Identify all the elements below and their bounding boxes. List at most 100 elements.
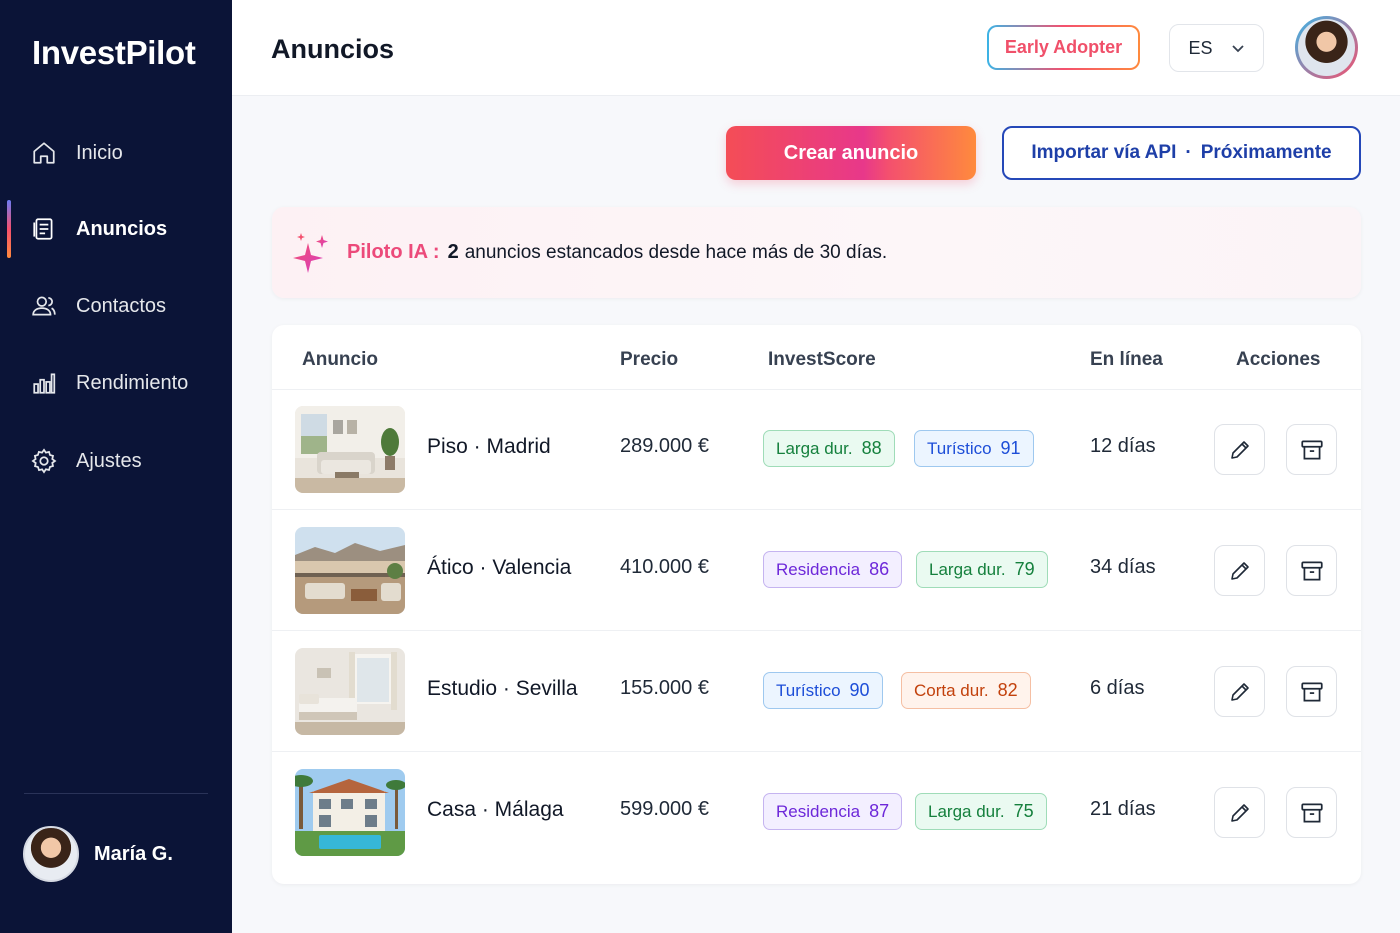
listing-photo <box>295 406 405 493</box>
sidebar-item-label: Ajustes <box>76 449 142 472</box>
language-select[interactable]: ES <box>1169 24 1264 72</box>
score-tag: Corta dur. 82 <box>901 672 1031 709</box>
score-label: Turístico <box>776 680 841 700</box>
score-label: Larga dur. <box>929 559 1006 579</box>
score-value: 82 <box>997 680 1018 700</box>
sidebar: InvestPilot Inicio Anuncios Contactos Re… <box>0 0 232 933</box>
score-tag: Turístico 90 <box>763 672 883 709</box>
archive-button[interactable] <box>1286 545 1337 596</box>
score-tag: Residencia 86 <box>763 551 903 588</box>
listing-name[interactable]: Piso · Madrid <box>427 435 551 459</box>
column-header-anuncio: Anuncio <box>302 349 378 370</box>
sidebar-item-rendimiento[interactable]: Rendimiento <box>0 358 232 408</box>
archive-button[interactable] <box>1286 424 1337 475</box>
listings-table: Anuncio Precio InvestScore En línea Acci… <box>272 325 1361 884</box>
column-header-precio: Precio <box>620 349 679 370</box>
score-value: 91 <box>1000 438 1021 458</box>
archive-icon <box>1300 802 1323 823</box>
online-days: 34 días <box>1090 556 1156 578</box>
ai-count: 2 <box>447 241 459 263</box>
import-label: Importar vía API <box>1031 142 1177 163</box>
pencil-icon <box>1230 440 1249 459</box>
listing-price: 410.000 € <box>620 556 709 578</box>
score-value: 88 <box>861 438 882 458</box>
score-value: 86 <box>869 559 890 579</box>
archive-icon <box>1300 681 1323 702</box>
profile-avatar[interactable] <box>1295 16 1358 79</box>
archive-button[interactable] <box>1286 787 1337 838</box>
score-value: 87 <box>869 801 890 821</box>
sidebar-item-inicio[interactable]: Inicio <box>0 128 232 178</box>
score-label: Corta dur. <box>914 680 989 700</box>
table-row[interactable]: Piso · Madrid 289.000 € Larga dur. 88 Tu… <box>272 389 1361 510</box>
score-label: Larga dur. <box>928 801 1005 821</box>
listing-name[interactable]: Estudio · Sevilla <box>427 677 578 701</box>
ai-message: anuncios estancados desde hace más de 30… <box>464 241 888 263</box>
page-title: Anuncios <box>271 34 395 64</box>
listing-photo <box>295 648 405 735</box>
listing-photo <box>295 527 405 614</box>
pencil-icon <box>1230 561 1249 580</box>
score-tag: Larga dur. 79 <box>916 551 1048 588</box>
pencil-icon <box>1230 682 1249 701</box>
table-row[interactable]: Estudio · Sevilla 155.000 € Turístico 90… <box>272 631 1361 752</box>
chevron-down-icon <box>1231 38 1245 59</box>
listing-name[interactable]: Ático · Valencia <box>427 556 571 580</box>
score-tag: Larga dur. 88 <box>763 430 895 467</box>
score-tag: Residencia 87 <box>763 793 903 830</box>
home-icon <box>30 139 58 167</box>
listing-price: 599.000 € <box>620 798 709 820</box>
pencil-icon <box>1230 803 1249 822</box>
listing-photo <box>295 769 405 856</box>
score-tag: Larga dur. 75 <box>915 793 1047 830</box>
table-row[interactable]: Ático · Valencia 410.000 € Residencia 86… <box>272 510 1361 631</box>
score-label: Residencia <box>776 801 861 821</box>
user-name: María G. <box>94 842 173 865</box>
sidebar-item-label: Contactos <box>76 294 167 317</box>
score-label: Turístico <box>927 438 992 458</box>
users-icon <box>30 292 58 320</box>
score-value: 90 <box>849 680 870 700</box>
ai-label: Piloto IA : <box>347 241 440 263</box>
table-row[interactable]: Casa · Málaga 599.000 € Residencia 87 La… <box>272 752 1361 873</box>
listing-name[interactable]: Casa · Málaga <box>427 798 564 822</box>
score-tag: Turístico 91 <box>914 430 1034 467</box>
separator-dot: · <box>1185 142 1192 163</box>
online-days: 12 días <box>1090 435 1156 457</box>
gear-icon <box>30 447 58 475</box>
column-header-en-linea: En línea <box>1090 349 1163 370</box>
archive-icon <box>1300 560 1323 581</box>
sidebar-item-anuncios[interactable]: Anuncios <box>0 200 232 258</box>
coming-soon-label: Próximamente <box>1200 142 1332 163</box>
sidebar-item-ajustes[interactable]: Ajustes <box>0 436 232 486</box>
listing-price: 155.000 € <box>620 677 709 699</box>
column-header-investscore: InvestScore <box>768 349 876 370</box>
edit-button[interactable] <box>1214 666 1265 717</box>
online-days: 21 días <box>1090 798 1156 820</box>
archive-icon <box>1300 439 1323 460</box>
sidebar-user[interactable]: María G. <box>23 826 173 882</box>
import-api-button[interactable]: Importar vía API · Próximamente <box>1002 126 1361 180</box>
score-label: Residencia <box>776 559 861 579</box>
language-value: ES <box>1188 37 1213 58</box>
brand-logo[interactable]: InvestPilot <box>32 34 196 72</box>
edit-button[interactable] <box>1214 545 1265 596</box>
create-listing-button[interactable]: Crear anuncio <box>726 126 976 180</box>
edit-button[interactable] <box>1214 787 1265 838</box>
sparkle-icon <box>293 232 328 273</box>
ai-pilot-banner: Piloto IA : 2 anuncios estancados desde … <box>272 207 1361 298</box>
sidebar-item-contactos[interactable]: Contactos <box>0 281 232 331</box>
document-icon <box>30 215 58 243</box>
sidebar-divider <box>24 793 208 794</box>
archive-button[interactable] <box>1286 666 1337 717</box>
score-value: 79 <box>1014 559 1035 579</box>
top-header: Anuncios Early Adopter ES <box>232 0 1400 96</box>
score-label: Larga dur. <box>776 438 853 458</box>
sidebar-item-label: Anuncios <box>76 217 168 240</box>
bar-chart-icon <box>30 369 58 397</box>
column-header-acciones: Acciones <box>1236 349 1321 370</box>
avatar <box>23 826 79 882</box>
edit-button[interactable] <box>1214 424 1265 475</box>
sidebar-item-label: Rendimiento <box>76 371 189 394</box>
listing-price: 289.000 € <box>620 435 709 457</box>
